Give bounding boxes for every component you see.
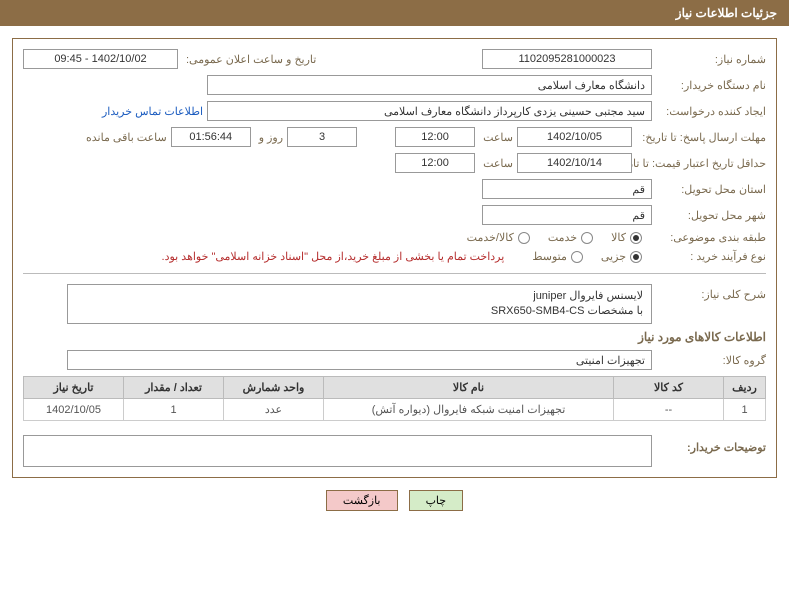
days-and-label: روز و: [255, 131, 283, 144]
delivery-city-value: قم: [482, 205, 652, 225]
buyer-contact-link[interactable]: اطلاعات تماس خریدار: [102, 105, 203, 118]
radio-small[interactable]: جزیی: [601, 250, 642, 263]
radio-medium[interactable]: متوسط: [532, 250, 583, 263]
reply-deadline-date: 1402/10/05: [517, 127, 632, 147]
remaining-days: 3: [287, 127, 357, 147]
reply-deadline-time: 12:00: [395, 127, 475, 147]
th-unit: واحد شمارش: [224, 377, 324, 399]
panel-title: جزئیات اطلاعات نیاز: [676, 6, 777, 20]
th-date: تاریخ نیاز: [24, 377, 124, 399]
cell-date: 1402/10/05: [24, 399, 124, 421]
radio-goods-service[interactable]: کالا/خدمت: [467, 231, 530, 244]
th-row: ردیف: [724, 377, 766, 399]
buyer-org-label: نام دستگاه خریدار:: [656, 79, 766, 92]
delivery-city-label: شهر محل تحویل:: [656, 209, 766, 222]
radio-goods-service-label: کالا/خدمت: [467, 231, 514, 244]
radio-icon: [630, 232, 642, 244]
panel-header: جزئیات اطلاعات نیاز: [0, 0, 789, 26]
requester-value: سید مجتبی حسینی یزدی کارپرداز دانشگاه مع…: [207, 101, 652, 121]
cell-row: 1: [724, 399, 766, 421]
general-desc-value: لایسنس فایروال juniper با مشخصات SRX650-…: [67, 284, 652, 324]
radio-icon: [518, 232, 530, 244]
time-label-1: ساعت: [479, 131, 513, 144]
cell-code: --: [614, 399, 724, 421]
buyer-comments-label: توضیحات خریدار:: [656, 435, 766, 454]
radio-small-label: جزیی: [601, 250, 626, 263]
radio-icon: [571, 251, 583, 263]
goods-group-label: گروه کالا:: [656, 354, 766, 367]
radio-service[interactable]: خدمت: [548, 231, 593, 244]
announce-value: 1402/10/02 - 09:45: [23, 49, 178, 69]
price-validity-label: حداقل تاریخ اعتبار قیمت: تا تاریخ:: [636, 157, 766, 170]
th-qty: تعداد / مقدار: [124, 377, 224, 399]
price-validity-time: 12:00: [395, 153, 475, 173]
need-number-label: شماره نیاز:: [656, 53, 766, 66]
goods-table: ردیف کد کالا نام کالا واحد شمارش تعداد /…: [23, 376, 766, 421]
announce-label: تاریخ و ساعت اعلان عمومی:: [182, 53, 316, 66]
general-desc-label: شرح کلی نیاز:: [656, 284, 766, 301]
table-row: 1 -- تجهیزات امنیت شبکه فایروال (دیواره …: [24, 399, 766, 421]
radio-medium-label: متوسط: [532, 250, 567, 263]
delivery-province-label: استان محل تحویل:: [656, 183, 766, 196]
main-panel: شماره نیاز: 1102095281000023 تاریخ و ساع…: [12, 38, 777, 478]
buyer-comments-box: [23, 435, 652, 467]
general-desc-line1: لایسنس فایروال juniper: [76, 289, 643, 304]
radio-service-label: خدمت: [548, 231, 577, 244]
radio-icon: [581, 232, 593, 244]
reply-deadline-label: مهلت ارسال پاسخ: تا تاریخ:: [636, 131, 766, 144]
remaining-label: ساعت باقی مانده: [82, 131, 167, 144]
print-button[interactable]: چاپ: [409, 490, 464, 511]
cell-name: تجهیزات امنیت شبکه فایروال (دیواره آتش): [324, 399, 614, 421]
time-label-2: ساعت: [479, 157, 513, 170]
th-code: کد کالا: [614, 377, 724, 399]
requester-label: ایجاد کننده درخواست:: [656, 105, 766, 118]
radio-goods-label: کالا: [611, 231, 626, 244]
price-validity-date: 1402/10/14: [517, 153, 632, 173]
back-button[interactable]: بازگشت: [326, 490, 398, 511]
subject-class-label: طبقه بندی موضوعی:: [656, 231, 766, 244]
remaining-hours: 01:56:44: [171, 127, 251, 147]
divider: [23, 273, 766, 274]
cell-unit: عدد: [224, 399, 324, 421]
radio-goods[interactable]: کالا: [611, 231, 642, 244]
payment-note: پرداخت تمام یا بخشی از مبلغ خرید،از محل …: [162, 250, 505, 263]
goods-info-title: اطلاعات کالاهای مورد نیاز: [23, 330, 766, 344]
table-header-row: ردیف کد کالا نام کالا واحد شمارش تعداد /…: [24, 377, 766, 399]
subject-class-radio-group: کالا خدمت کالا/خدمت: [467, 231, 652, 244]
cell-qty: 1: [124, 399, 224, 421]
need-number-value: 1102095281000023: [482, 49, 652, 69]
th-name: نام کالا: [324, 377, 614, 399]
radio-icon: [630, 251, 642, 263]
delivery-province-value: قم: [482, 179, 652, 199]
button-bar: چاپ بازگشت: [0, 490, 789, 511]
general-desc-line2: با مشخصات SRX650-SMB4-CS: [76, 304, 643, 319]
buyer-org-value: دانشگاه معارف اسلامی: [207, 75, 652, 95]
purchase-type-radio-group: جزیی متوسط: [532, 250, 652, 263]
goods-group-value: تجهیزات امنیتی: [67, 350, 652, 370]
purchase-type-label: نوع فرآیند خرید :: [656, 250, 766, 263]
